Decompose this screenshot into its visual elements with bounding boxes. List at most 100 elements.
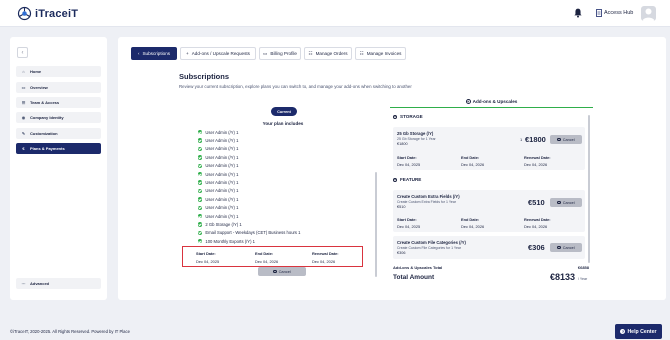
avatar[interactable] xyxy=(641,6,656,21)
plan-features-list: User Admin (/Y) 1 User Admin (/Y) 1 User A… xyxy=(198,128,368,245)
sidebar-item-team-access[interactable]: ☰ Team & Access xyxy=(16,97,101,108)
sidebar-item-home[interactable]: ⌂ Home xyxy=(16,66,101,77)
date-value: Dec 04, 2026 xyxy=(255,258,279,264)
check-circle-icon xyxy=(198,230,203,236)
collapse-minus-icon: − xyxy=(393,114,397,119)
check-circle-icon xyxy=(198,130,203,135)
document-icon xyxy=(596,9,602,17)
check-circle-icon xyxy=(198,180,203,185)
logo-icon xyxy=(17,6,32,21)
plan-feature-label: User Admin (/Y) 1 xyxy=(205,188,239,194)
plan-feature-item: User Admin (/Y) 1 xyxy=(198,136,368,144)
current-plan-badge: Current xyxy=(271,107,297,116)
plan-feature-label: User Admin (/Y) 1 xyxy=(205,213,239,219)
plan-feature-label: User Admin (/Y) 1 xyxy=(205,138,239,144)
plan-feature-item: User Admin (/Y) 1 xyxy=(198,162,368,170)
sidebar-item-label: Customization xyxy=(30,131,58,136)
check-circle-icon xyxy=(198,163,203,168)
plan-feature-item: User Admin (/Y) 1 xyxy=(198,212,368,220)
addons-total-row: Add-ons & Upscales Total €6858 xyxy=(393,265,589,270)
cancel-storage-button[interactable]: × Cancel xyxy=(550,135,582,144)
plan-feature-item: User Admin (/Y) 1 xyxy=(198,145,368,153)
notification-bell-icon[interactable] xyxy=(574,8,582,18)
chevron-left-icon: ‹ xyxy=(137,51,140,56)
date-value: Dec 04, 2025 xyxy=(397,162,421,167)
tab-label: Manage Invoices xyxy=(366,51,402,56)
plan-feature-item: User Admin (/Y) 1 xyxy=(198,128,368,136)
addon-name: 25 Gb Storage (/Y) xyxy=(397,131,434,136)
sidebar-item-label: Home xyxy=(30,69,42,74)
addon-name: Create Custom Extra Fields (/Y) xyxy=(397,194,460,199)
check-circle-icon xyxy=(198,155,203,160)
payments-icon: € xyxy=(22,146,25,151)
addons-scrollbar[interactable] xyxy=(588,115,590,263)
feature-addon-card: Create Custom File Categories (/Y) Creat… xyxy=(393,236,585,259)
plan-feature-label: User Admin (/Y) 1 xyxy=(205,154,239,160)
tab-label: Manage Orders xyxy=(315,51,348,56)
close-icon: × xyxy=(557,200,561,205)
plan-scrollbar[interactable] xyxy=(375,172,377,277)
check-circle-icon xyxy=(198,171,203,177)
plan-feature-label: User Admin (/Y) 1 xyxy=(205,146,239,152)
addon-description: 25 Gb Storage for 1 Year xyxy=(397,136,436,141)
date-value: Dec 04, 2026 xyxy=(461,162,485,167)
footer-copyright: ©iTraceIT, 2020-2025. All Rights Reserve… xyxy=(10,329,130,334)
tab-manage-invoices[interactable]: ☷ Manage Invoices xyxy=(355,47,406,60)
sidebar-item-plans-payments[interactable]: € Plans & Payments xyxy=(16,143,101,154)
plan-feature-label: Email Support - Weekdays (CET) Business … xyxy=(205,230,301,236)
plan-feature-label: User Admin (/Y) 1 xyxy=(205,171,239,177)
sidebar-item-customization[interactable]: ✎ Customization xyxy=(16,128,101,139)
plan-feature-label: User Admin (/Y) 1 xyxy=(205,129,239,135)
check-circle-icon xyxy=(198,197,203,202)
total-amount-label: Total Amount xyxy=(393,274,435,281)
date-value: Dec 04, 2025 xyxy=(196,258,220,264)
addons-header-label: Add-ons & Upscales xyxy=(472,99,518,104)
date-label: Start Date: xyxy=(397,155,417,160)
sidebar-item-label: Plans & Payments xyxy=(30,146,65,151)
help-center-button[interactable]: ? Help Center xyxy=(615,324,662,339)
date-value: Dec 04, 2026 xyxy=(524,162,548,167)
date-value: Dec 04, 2026 xyxy=(524,224,548,229)
sidebar-item-overview[interactable]: ▭ Overview xyxy=(16,82,101,93)
top-bar: iTraceiT Access Hub xyxy=(0,0,670,27)
plan-includes-title: Your plan includes xyxy=(262,121,304,126)
feature-section-header[interactable]: − FEATURE xyxy=(393,177,421,182)
tab-subscriptions[interactable]: ‹ Subscriptions xyxy=(131,47,177,60)
tab-manage-orders[interactable]: ☷ Manage Orders xyxy=(304,47,352,60)
plan-feature-item: 2 Gb Storage (/Y) 1 xyxy=(198,220,368,228)
check-circle-icon xyxy=(198,205,203,210)
sidebar-collapse-button[interactable]: ‹ xyxy=(17,47,28,58)
section-title: STORAGE xyxy=(400,114,423,119)
plan-feature-item: User Admin (/Y) 1 xyxy=(198,187,368,195)
close-icon: × xyxy=(557,137,561,142)
storage-section-header[interactable]: − STORAGE xyxy=(393,114,423,119)
per-year-label: / Year xyxy=(578,277,588,281)
tab-label: Subscriptions xyxy=(142,51,171,56)
orders-icon: ☷ xyxy=(308,50,313,56)
sidebar-item-advanced[interactable]: ⋯ Advanced xyxy=(16,278,101,289)
help-icon: ? xyxy=(620,329,626,334)
logo-text: iTraceiT xyxy=(35,7,79,20)
access-hub-link[interactable]: Access Hub xyxy=(596,9,633,17)
sidebar-item-company-identity[interactable]: ◉ Company Identity xyxy=(16,112,101,123)
section-title: FEATURE xyxy=(400,177,422,182)
logo[interactable]: iTraceiT xyxy=(17,6,78,21)
plan-feature-item: User Admin (/Y) 1 xyxy=(198,170,368,178)
check-circle-icon xyxy=(198,138,203,143)
cancel-feature-button[interactable]: × Cancel xyxy=(550,198,582,207)
plan-feature-label: 100 Monthly Exports (/Y) 1 xyxy=(205,238,255,244)
addon-quantity: 1 xyxy=(520,137,523,142)
plan-end-date: End Date: Dec 04, 2026 xyxy=(255,251,278,264)
date-label: End Date: xyxy=(461,217,480,222)
cancel-plan-button[interactable]: × Cancel xyxy=(258,267,306,276)
plan-feature-label: User Admin (/Y) 1 xyxy=(205,196,239,202)
feature-addon-card: Create Custom Extra Fields (/Y) Create C… xyxy=(393,190,585,232)
check-circle-icon xyxy=(198,222,203,227)
tab-billing-profile[interactable]: ▭ Billing Profile xyxy=(259,47,301,60)
tab-addons-upscale[interactable]: + Add-ons / Upscale Requests xyxy=(180,47,256,60)
check-circle-icon xyxy=(198,213,203,219)
addons-total-label: Add-ons & Upscales Total xyxy=(393,265,443,270)
cancel-feature-button[interactable]: × Cancel xyxy=(550,243,582,252)
addon-unit-price: €1800 xyxy=(397,141,408,146)
button-label: Cancel xyxy=(562,245,575,250)
